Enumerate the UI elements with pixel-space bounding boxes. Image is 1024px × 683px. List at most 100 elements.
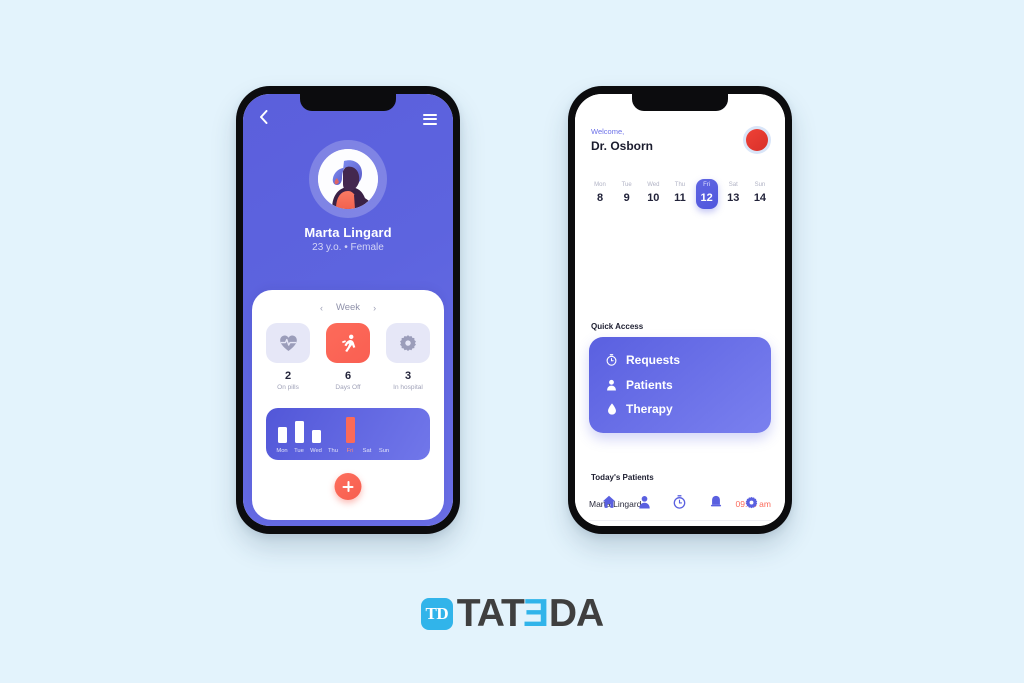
- chart-bar-slot: [292, 415, 306, 443]
- welcome-label: Welcome,: [591, 127, 625, 136]
- calendar-day-13[interactable]: Sat 13: [722, 179, 744, 209]
- stat-tile-in-hospital: 3 In hospital: [386, 323, 430, 391]
- chart-bar: [294, 421, 304, 443]
- bottom-tab-bar: [575, 493, 785, 511]
- bell-icon: [710, 495, 721, 507]
- hamburger-line: [423, 113, 437, 116]
- chart-bar: [345, 417, 355, 443]
- week-prev-button[interactable]: ‹: [320, 303, 323, 313]
- chart-bars: [275, 415, 421, 443]
- timer-icon: [674, 495, 686, 509]
- chart-day-label: Wed: [310, 448, 322, 454]
- chart-day-label: Sat: [362, 448, 372, 454]
- quick-access-label: Requests: [626, 353, 681, 368]
- quick-access-item-therapy[interactable]: Therapy: [589, 397, 771, 422]
- phone-notch: [632, 94, 728, 111]
- calendar-day-12[interactable]: Fri 12: [695, 179, 718, 209]
- welcome-text-block: Welcome, Dr. Osborn: [591, 127, 653, 153]
- on-pills-label: On pills: [277, 384, 299, 391]
- tab-notifications[interactable]: [706, 493, 726, 511]
- calendar-day-11[interactable]: Thu 11: [669, 179, 691, 209]
- doctor-dashboard-screen: Welcome, Dr. Osborn Mon 8 Tue 9 Wed 10 Thu 11 Fr…: [575, 94, 785, 526]
- quick-access-card: Requests Patients Therapy: [589, 337, 771, 433]
- person-icon-svg: [607, 379, 616, 391]
- quick-access-title: Quick Access: [591, 322, 644, 331]
- calendar-day-name: Tue: [621, 182, 632, 188]
- logo-word-part1: TAT: [456, 592, 525, 635]
- home-icon: [602, 495, 616, 508]
- gear-icon: [745, 496, 757, 508]
- back-chevron-icon[interactable]: [259, 110, 268, 128]
- days-off-tile-button[interactable]: [326, 323, 370, 363]
- calendar-day-10[interactable]: Wed 10: [642, 179, 664, 209]
- logo-word-reversed-e: E: [523, 592, 549, 635]
- calendar-day-name: Thu: [674, 182, 686, 188]
- tab-home[interactable]: [599, 493, 619, 511]
- timer-icon-svg: [606, 354, 617, 367]
- chart-bar-slot: [377, 415, 391, 443]
- on-pills-value: 2: [284, 370, 292, 382]
- calendar-day-8[interactable]: Mon 8: [589, 179, 611, 209]
- chart-day-label: Fri: [346, 448, 354, 454]
- chart-bar: [311, 430, 321, 443]
- chart-day-label: Thu: [328, 448, 338, 454]
- days-off-value: 6: [344, 370, 352, 382]
- chart-bar-slot: [275, 415, 289, 443]
- patient-meta: 23 y.o. • Female: [312, 242, 384, 253]
- on-pills-tile-button[interactable]: [266, 323, 310, 363]
- plus-icon: [347, 481, 349, 492]
- stat-tile-days-off: 6 Days Off: [326, 323, 370, 391]
- running-person-icon: [341, 334, 355, 352]
- week-label: Week: [335, 302, 361, 313]
- calendar-day-number: 9: [623, 192, 630, 204]
- in-hospital-tile-button[interactable]: [386, 323, 430, 363]
- woman-profile-illustration: [318, 149, 378, 209]
- hamburger-menu-icon[interactable]: [423, 111, 437, 127]
- add-button[interactable]: [334, 473, 362, 500]
- phone-notch: [300, 94, 396, 111]
- avatar: [309, 140, 387, 218]
- chart-bar-slot: [343, 415, 357, 443]
- quick-access-item-requests[interactable]: Requests: [589, 348, 771, 373]
- week-next-button[interactable]: ›: [373, 303, 376, 313]
- weekly-activity-chart[interactable]: Mon Tue Wed Thu Fri Sat Sun: [266, 408, 430, 460]
- avatar[interactable]: [743, 126, 771, 154]
- chart-day-label: Sun: [378, 448, 390, 454]
- logo-mark-text: TD: [425, 604, 449, 623]
- in-hospital-value: 3: [404, 370, 412, 382]
- chart-bar: [277, 427, 287, 443]
- stat-tiles: 2 On pills 6 Days Off 3 In hospital: [266, 323, 430, 391]
- doctor-screen-background: Welcome, Dr. Osborn Mon 8 Tue 9 Wed 10 Thu 11 Fr…: [575, 94, 785, 526]
- page-title: Marta Lingard: [304, 225, 392, 240]
- week-selector: ‹ Week ›: [252, 302, 444, 313]
- droplet-icon: [606, 403, 617, 416]
- droplet-icon-svg: [607, 403, 616, 416]
- patient-row[interactable]: Robert Moon03:00 pm: [589, 521, 771, 526]
- calendar-day-name: Wed: [647, 182, 660, 188]
- logo-mark-icon: TD: [420, 598, 453, 630]
- phone-left-device: Marta Lingard 23 y.o. • Female ‹ Week ›: [236, 86, 460, 534]
- tab-requests[interactable]: [670, 493, 690, 511]
- person-icon: [639, 495, 650, 509]
- chevron-left-icon: [260, 110, 268, 124]
- tab-settings[interactable]: [741, 493, 761, 511]
- patient-avatar-illustration: [318, 149, 378, 209]
- tab-patients[interactable]: [634, 493, 654, 511]
- quick-access-label: Therapy: [626, 402, 673, 417]
- quick-access-item-patients[interactable]: Patients: [589, 373, 771, 398]
- hamburger-line: [423, 118, 437, 120]
- calendar-day-number: 14: [753, 192, 767, 204]
- patient-topbar: [243, 108, 453, 130]
- patient-stats-card: ‹ Week › 2 On pills 6 Days Off 3 In hosp…: [252, 290, 444, 520]
- chart-day-label: Mon: [276, 448, 288, 454]
- days-off-label: Days Off: [335, 384, 361, 391]
- welcome-header: Welcome, Dr. Osborn: [591, 126, 771, 154]
- calendar-day-number: 11: [674, 192, 686, 204]
- calendar-day-number: 12: [700, 192, 713, 204]
- calendar-day-9[interactable]: Tue 9: [616, 179, 638, 209]
- person-icon: [606, 379, 617, 391]
- chart-bar-slot: [360, 415, 374, 443]
- hamburger-line: [423, 122, 437, 125]
- calendar-day-14[interactable]: Sun 14: [749, 179, 771, 209]
- logo-wordmark: TAT E DA: [456, 592, 604, 636]
